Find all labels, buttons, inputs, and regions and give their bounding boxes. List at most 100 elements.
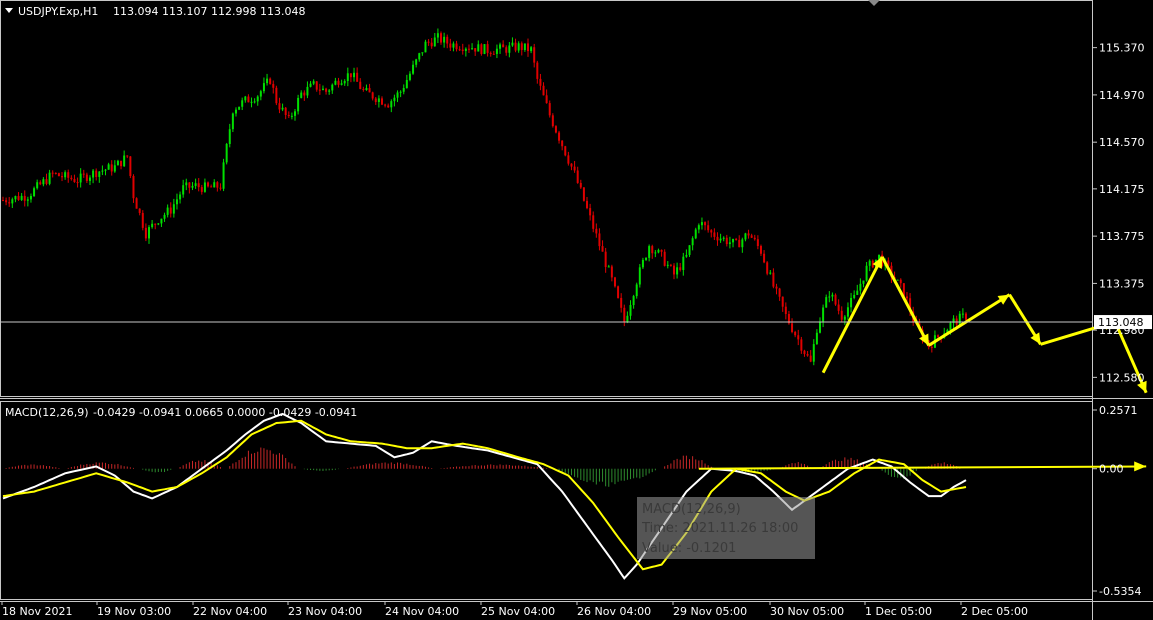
candle-body bbox=[623, 307, 626, 323]
candle-body bbox=[853, 294, 856, 298]
candle-body bbox=[399, 91, 402, 93]
candle-body bbox=[318, 89, 321, 91]
candle-body bbox=[213, 182, 216, 188]
candle-body bbox=[775, 286, 778, 289]
candle-body bbox=[629, 305, 632, 316]
candle-body bbox=[899, 279, 902, 284]
candle-body bbox=[266, 78, 269, 84]
candle-body bbox=[5, 200, 8, 203]
candle-body bbox=[8, 202, 11, 204]
candle-body bbox=[349, 73, 352, 78]
chart-shift-marker-icon[interactable] bbox=[868, 0, 880, 6]
forecast-arrows[interactable] bbox=[698, 256, 1148, 472]
candle-body bbox=[334, 80, 337, 85]
candle-body bbox=[843, 316, 846, 320]
candle-body bbox=[794, 331, 797, 336]
tooltip-line-2: Time: 2021.11.26 18:00 bbox=[641, 521, 798, 536]
candle-body bbox=[502, 44, 505, 48]
candle-body bbox=[272, 83, 275, 88]
candle-body bbox=[415, 59, 418, 65]
candle-body bbox=[26, 199, 29, 201]
dropdown-triangle-icon[interactable] bbox=[5, 8, 13, 13]
candle-body bbox=[297, 97, 300, 112]
time-tick-label: 18 Nov 2021 bbox=[2, 605, 72, 618]
candle-body bbox=[160, 218, 163, 224]
candle-body bbox=[536, 62, 539, 79]
candle-body bbox=[253, 101, 256, 103]
trading-chart[interactable]: 113.048 USDJPY.Exp,H1 113.094 113.107 11… bbox=[0, 0, 1153, 620]
time-tick-label: 25 Nov 04:00 bbox=[481, 605, 555, 618]
candle-body bbox=[185, 182, 188, 186]
candle-body bbox=[284, 107, 287, 115]
candle-body bbox=[772, 272, 775, 287]
candle-body bbox=[586, 200, 589, 209]
candle-body bbox=[958, 313, 961, 325]
candle-body bbox=[377, 98, 380, 102]
candle-body bbox=[343, 80, 346, 84]
candle-body bbox=[23, 195, 26, 201]
candle-body bbox=[499, 44, 502, 49]
candle-body bbox=[735, 238, 738, 240]
candle-body bbox=[144, 227, 147, 239]
candle-body bbox=[862, 280, 865, 284]
candle-body bbox=[225, 143, 228, 163]
candle-body bbox=[896, 279, 899, 281]
candle-body bbox=[353, 72, 356, 78]
candle-body bbox=[175, 199, 178, 205]
candle-body bbox=[809, 355, 812, 362]
tooltip-line-3: Value: -0.1201 bbox=[642, 541, 736, 556]
candle-body bbox=[321, 88, 324, 91]
macd-values: -0.0429 -0.0941 0.0665 0.0000 -0.0429 -0… bbox=[93, 406, 357, 419]
price-tick-label: 114.970 bbox=[1099, 89, 1145, 102]
forecast-arrow-segment[interactable] bbox=[821, 256, 884, 374]
candle-body bbox=[539, 78, 542, 86]
candle-body bbox=[306, 86, 309, 96]
candle-body bbox=[54, 172, 57, 174]
candle-body bbox=[216, 182, 219, 188]
candle-body bbox=[325, 88, 328, 92]
candle-body bbox=[61, 176, 64, 178]
candle-body bbox=[312, 81, 315, 84]
candle-body bbox=[713, 232, 716, 237]
candle-body bbox=[676, 267, 679, 275]
macd-trendline[interactable] bbox=[698, 465, 1147, 470]
forecast-arrow-segment[interactable] bbox=[880, 256, 931, 347]
candle-body bbox=[247, 96, 250, 103]
candle-body bbox=[238, 106, 241, 110]
time-tick-label: 22 Nov 04:00 bbox=[193, 605, 267, 618]
candle-body bbox=[380, 98, 383, 105]
candle-body bbox=[70, 177, 73, 180]
candle-body bbox=[483, 44, 486, 54]
candle-body bbox=[607, 266, 610, 268]
candle-body bbox=[769, 272, 772, 274]
candle-body bbox=[601, 246, 604, 252]
price-tick-label: 112.580 bbox=[1099, 371, 1145, 384]
candle-body bbox=[101, 170, 104, 172]
candle-body bbox=[831, 294, 834, 297]
tooltip-line-1: MACD(12,26,9) bbox=[642, 502, 741, 517]
candle-body bbox=[234, 109, 237, 114]
candle-body bbox=[107, 164, 110, 170]
candle-body bbox=[548, 103, 551, 116]
candle-body bbox=[508, 45, 511, 53]
candle-body bbox=[48, 172, 51, 184]
candle-body bbox=[104, 169, 107, 171]
candle-body bbox=[328, 90, 331, 92]
price-axis-ticks: 115.370 114.970 114.570 114.175 113.775 113.3… bbox=[1092, 42, 1145, 384]
candle-body bbox=[203, 182, 206, 192]
candle-body bbox=[262, 83, 265, 92]
price-pane-frame bbox=[0, 0, 1093, 397]
candle-body bbox=[834, 294, 837, 305]
time-tick-label: 24 Nov 04:00 bbox=[385, 605, 459, 618]
candle-body bbox=[505, 47, 508, 53]
candle-body bbox=[480, 44, 483, 54]
macd-axis-ticks: 0.2571 0.00 -0.5354 bbox=[1092, 404, 1141, 598]
forecast-arrow-segment[interactable] bbox=[927, 293, 1011, 347]
candle-body bbox=[371, 92, 374, 99]
candle-body bbox=[17, 196, 20, 200]
candle-body bbox=[368, 88, 371, 93]
candle-body bbox=[458, 49, 461, 51]
candle-body bbox=[672, 265, 675, 275]
time-tick-label: 29 Nov 05:00 bbox=[673, 605, 747, 618]
candle-body bbox=[766, 262, 769, 274]
